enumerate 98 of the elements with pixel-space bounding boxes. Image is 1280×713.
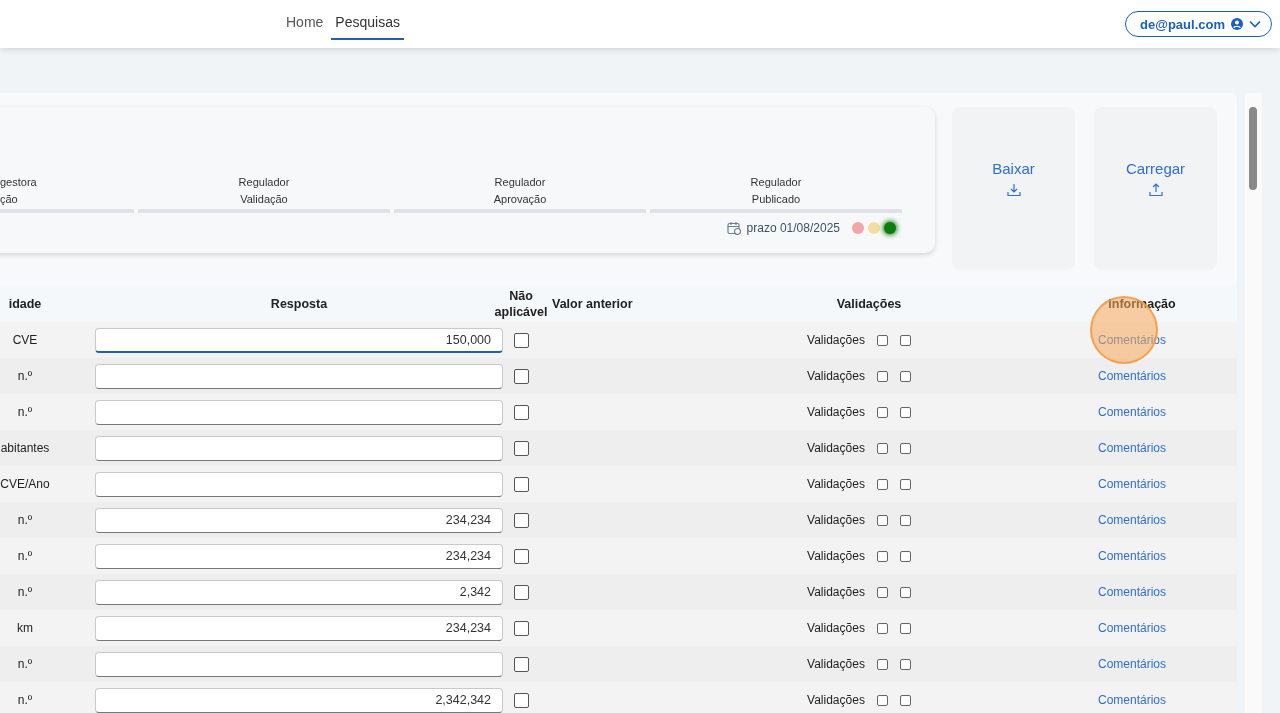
answer-field[interactable] xyxy=(95,435,503,461)
validation-checkbox[interactable] xyxy=(899,370,911,382)
not-applicable-checkbox[interactable] xyxy=(513,692,529,708)
comments-link[interactable]: Comentários xyxy=(1098,441,1166,455)
table-cell-text: n.º xyxy=(16,549,34,563)
validation-checkbox[interactable] xyxy=(876,622,888,634)
comments-link[interactable]: Comentários xyxy=(1098,513,1166,527)
comments-link[interactable]: Comentários xyxy=(1098,585,1166,599)
table-cell-text: n.º xyxy=(16,693,34,707)
upload-button[interactable]: Carregar xyxy=(1094,107,1217,270)
answer-field[interactable] xyxy=(95,651,503,677)
validation-checkbox[interactable] xyxy=(876,550,888,562)
table-cell-text: abitantes xyxy=(0,441,51,455)
user-menu-button[interactable]: de@paul.com xyxy=(1125,11,1272,37)
column-header: Resposta xyxy=(269,297,329,311)
validation-label: Validações xyxy=(807,369,865,383)
validation-label: Validações xyxy=(807,657,865,671)
table-cell-text: n.º xyxy=(16,585,34,599)
comments-link[interactable]: Comentários xyxy=(1098,621,1166,635)
validation-checkbox[interactable] xyxy=(899,694,911,706)
validation-checkbox[interactable] xyxy=(899,658,911,670)
table-cell-text: n.º xyxy=(16,369,34,383)
comments-link[interactable]: Comentários xyxy=(1098,549,1166,563)
validation-checkbox[interactable] xyxy=(876,586,888,598)
not-applicable-checkbox[interactable] xyxy=(513,404,529,420)
not-applicable-checkbox[interactable] xyxy=(513,656,529,672)
validation-label: Validações xyxy=(807,693,865,707)
validation-checkbox[interactable] xyxy=(899,334,911,346)
step-label: Regulador Aprovação xyxy=(493,175,547,207)
comments-link[interactable]: Comentários xyxy=(1098,405,1166,419)
validation-checkbox[interactable] xyxy=(899,514,911,526)
answer-field[interactable] xyxy=(95,363,503,389)
answer-field[interactable]: 234,234 xyxy=(95,543,503,569)
not-applicable-checkbox[interactable] xyxy=(513,620,529,636)
step-label: gestora ção xyxy=(0,175,37,207)
table-cell-text: km xyxy=(16,621,34,635)
user-icon xyxy=(1231,18,1243,30)
validation-checkbox[interactable] xyxy=(876,514,888,526)
validation-label: Validações xyxy=(807,477,865,491)
validation-checkbox[interactable] xyxy=(899,586,911,598)
answer-field[interactable]: 234,234 xyxy=(95,507,503,533)
validation-label: Validações xyxy=(807,621,865,635)
download-button[interactable]: Baixar xyxy=(952,107,1075,270)
answer-field[interactable] xyxy=(95,399,503,425)
step-label: Regulador Publicado xyxy=(750,175,802,207)
answer-field[interactable]: 2,342,342 xyxy=(95,687,503,713)
table-cell-text: n.º xyxy=(16,657,34,671)
not-applicable-checkbox[interactable] xyxy=(513,476,529,492)
chevron-down-icon xyxy=(1249,20,1261,28)
answer-field[interactable]: 234,234 xyxy=(95,615,503,641)
not-applicable-checkbox[interactable] xyxy=(513,368,529,384)
comments-link[interactable]: Comentários xyxy=(1098,657,1166,671)
validation-checkbox[interactable] xyxy=(876,406,888,418)
upload-icon xyxy=(1148,182,1163,197)
answer-field[interactable] xyxy=(95,471,503,497)
column-header: Validações xyxy=(835,297,903,311)
validation-checkbox[interactable] xyxy=(899,406,911,418)
table-cell-text: CVE/Ano xyxy=(0,477,51,491)
validation-checkbox[interactable] xyxy=(876,334,888,346)
comments-link[interactable]: Comentários xyxy=(1098,369,1166,383)
validation-label: Validações xyxy=(807,405,865,419)
column-header: idade xyxy=(7,297,43,311)
answer-field[interactable]: 150,000 xyxy=(95,327,503,353)
not-applicable-checkbox[interactable] xyxy=(513,332,529,348)
scrollbar[interactable] xyxy=(1245,93,1262,713)
validation-label: Validações xyxy=(807,513,865,527)
calendar-icon xyxy=(726,221,741,235)
validation-label: Validações xyxy=(807,585,865,599)
not-applicable-checkbox[interactable] xyxy=(513,512,529,528)
validation-checkbox[interactable] xyxy=(876,442,888,454)
validation-label: Validações xyxy=(807,333,865,347)
validation-label: Validações xyxy=(807,549,865,563)
validation-checkbox[interactable] xyxy=(899,550,911,562)
download-icon xyxy=(1006,182,1021,197)
not-applicable-checkbox[interactable] xyxy=(513,584,529,600)
validation-label: Validações xyxy=(807,441,865,455)
nav-link[interactable]: Pesquisas xyxy=(331,0,404,40)
column-header: Valor anterior xyxy=(552,297,634,311)
validation-checkbox[interactable] xyxy=(876,694,888,706)
step-label: Regulador Validação xyxy=(238,175,290,207)
comments-link[interactable]: Comentários xyxy=(1098,477,1166,491)
validation-checkbox[interactable] xyxy=(899,442,911,454)
not-applicable-checkbox[interactable] xyxy=(513,440,529,456)
validation-checkbox[interactable] xyxy=(876,478,888,490)
scrollbar-thumb[interactable] xyxy=(1249,107,1257,190)
deadline-text: prazo 01/08/2025 xyxy=(746,221,840,235)
nav-link[interactable]: Home xyxy=(282,0,328,40)
table-cell-text: n.º xyxy=(16,513,34,527)
validation-checkbox[interactable] xyxy=(876,658,888,670)
validation-checkbox[interactable] xyxy=(899,478,911,490)
validation-checkbox[interactable] xyxy=(876,370,888,382)
table-cell-text: n.º xyxy=(16,405,34,419)
not-applicable-checkbox[interactable] xyxy=(513,548,529,564)
table-cell-text: CVE xyxy=(11,333,39,347)
comments-link[interactable]: Comentários xyxy=(1098,693,1166,707)
answer-field[interactable]: 2,342 xyxy=(95,579,503,605)
column-header: Não aplicável xyxy=(496,288,546,320)
validation-checkbox[interactable] xyxy=(899,622,911,634)
